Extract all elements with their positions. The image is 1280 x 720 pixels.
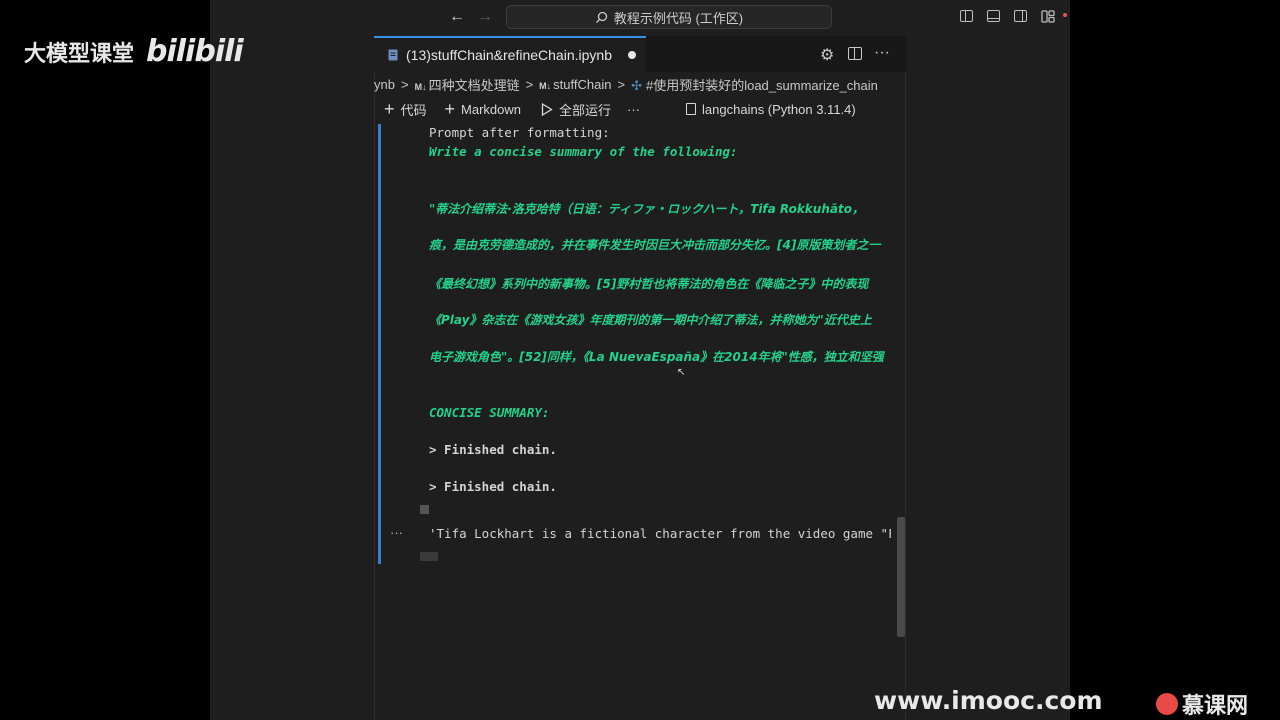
breadcrumb-item-file[interactable]: ynb bbox=[374, 77, 395, 92]
toggle-panel-icon[interactable] bbox=[987, 10, 1000, 22]
chevron-right-icon: > bbox=[617, 76, 626, 92]
search-label: 教程示例代码 (工作区) bbox=[613, 10, 744, 26]
cell-focus-indicator bbox=[378, 124, 381, 564]
add-code-cell-button[interactable]: + 代码 bbox=[384, 99, 427, 120]
breadcrumb-item-section[interactable]: M↓ 四种文档处理链 bbox=[415, 75, 520, 94]
output-cn-line: "蒂法介绍蒂法·洛克哈特（日语：ティファ・ロックハート，Tifa Rokkuhā… bbox=[429, 202, 864, 216]
python-icon: ✣ bbox=[631, 77, 642, 93]
tab-label: (13)stuffChain&refineChain.ipynb bbox=[406, 47, 612, 63]
breadcrumb-item-cell[interactable]: ✣ #使用预封装好的load_summarize_chain bbox=[631, 75, 878, 94]
customize-layout-icon[interactable] bbox=[1041, 10, 1055, 23]
toggle-secondary-sidebar-icon[interactable] bbox=[1014, 10, 1027, 22]
right-black-margin bbox=[1070, 0, 1280, 720]
markdown-icon: M↓ bbox=[539, 80, 552, 91]
command-center-search[interactable]: 教程示例代码 (工作区) bbox=[506, 5, 832, 29]
mouse-cursor-icon: ↖ bbox=[677, 367, 686, 378]
play-icon bbox=[541, 102, 553, 116]
output-cn-line: 《Play》杂志在《游戏女孩》年度期刊的第一期中介绍了蒂法，并称她为"近代史上 bbox=[429, 313, 872, 327]
more-actions-icon[interactable]: ··· bbox=[874, 44, 890, 62]
output-finished-chain: > Finished chain. bbox=[429, 479, 557, 494]
notification-dot-icon bbox=[1063, 13, 1067, 17]
breadcrumb: ynb > M↓ 四种文档处理链 > M↓ stuffChain > ✣ #使用预封装… bbox=[374, 72, 906, 96]
add-markdown-cell-button[interactable]: + Markdown bbox=[445, 99, 521, 120]
vertical-scrollbar[interactable] bbox=[897, 517, 905, 637]
imooc-brand: 慕课网 bbox=[1156, 688, 1248, 720]
output-scroll-marker bbox=[420, 552, 438, 561]
chevron-right-icon: > bbox=[525, 76, 534, 92]
output-finished-chain: > Finished chain. bbox=[429, 442, 557, 457]
bilibili-logo: bilibili bbox=[146, 34, 244, 69]
output-collapse-marker[interactable] bbox=[420, 505, 429, 514]
watermark-url: www.imooc.com bbox=[874, 686, 1103, 715]
breadcrumb-item-subsection[interactable]: M↓ stuffChain bbox=[539, 77, 611, 92]
toggle-primary-sidebar-icon[interactable] bbox=[960, 10, 973, 22]
output-write-concise: Write a concise summary of the following… bbox=[429, 144, 738, 159]
output-concise-summary: CONCISE SUMMARY: bbox=[429, 405, 550, 420]
run-all-button[interactable]: 全部运行 bbox=[541, 100, 611, 119]
forward-arrow-icon[interactable]: → bbox=[477, 8, 493, 26]
output-cn-line: 电子游戏角色"。[52]同样，《La NuevaEspaña》在2014年将"性… bbox=[429, 350, 884, 364]
split-editor-icon[interactable] bbox=[848, 47, 862, 60]
kernel-icon bbox=[686, 103, 697, 115]
plus-icon: + bbox=[384, 98, 395, 119]
tab-notebook[interactable]: (13)stuffChain&refineChain.ipynb bbox=[374, 36, 646, 72]
output-result: 'Tifa Lockhart is a fictional character … bbox=[429, 526, 891, 541]
output-cn-line: 《最终幻想》系列中的新事物。[5]野村哲也将蒂法的角色在《降临之子》中的表现 bbox=[429, 277, 869, 291]
watermark-left: 大模型课堂 bilibili bbox=[24, 34, 244, 69]
markdown-icon: M↓ bbox=[414, 81, 427, 92]
unsaved-dot-icon[interactable] bbox=[627, 51, 636, 59]
back-arrow-icon[interactable]: ← bbox=[449, 8, 465, 26]
plus-icon: + bbox=[444, 98, 456, 119]
left-black-margin bbox=[0, 0, 210, 720]
imooc-flame-icon bbox=[1156, 693, 1178, 715]
gear-icon[interactable]: ⚙ bbox=[820, 45, 834, 65]
notebook-toolbar: + 代码 + Markdown 全部运行 ··· langchains (Pytho… bbox=[374, 96, 906, 122]
toolbar-more-button[interactable]: ··· bbox=[627, 102, 640, 117]
watermark-channel-text: 大模型课堂 bbox=[24, 41, 135, 67]
notebook-file-icon bbox=[388, 49, 398, 61]
kernel-picker[interactable]: langchains (Python 3.11.4) bbox=[686, 102, 856, 117]
output-more-icon[interactable]: ··· bbox=[390, 525, 403, 540]
output-cn-line: 痕，是由克劳德造成的，并在事件发生时因巨大冲击而部分失忆。[4]原版策划者之一 bbox=[429, 238, 881, 252]
chevron-right-icon: > bbox=[400, 76, 409, 92]
search-icon bbox=[595, 11, 608, 23]
output-prompt-after: Prompt after formatting: bbox=[429, 125, 610, 140]
